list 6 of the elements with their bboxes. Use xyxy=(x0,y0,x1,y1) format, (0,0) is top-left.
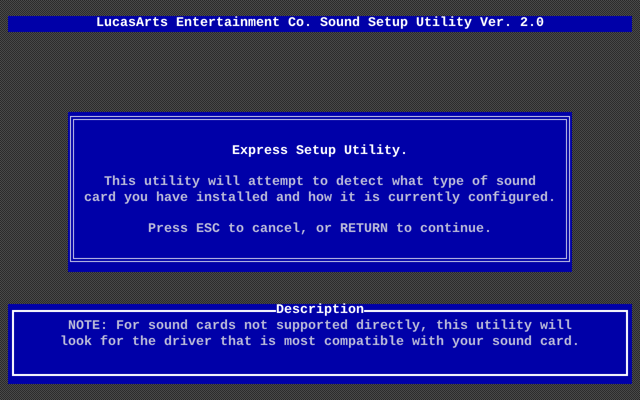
description-title: Description xyxy=(276,304,364,318)
title-bar: LucasArts Entertainment Co. Sound Setup Utility Ver. 2.0 xyxy=(8,16,632,32)
dialog-message: This utility will attempt to detect what type of sound card you have installed and how it is currently configured. xyxy=(83,175,557,207)
dialog-prompt: Press ESC to cancel, or RETURN to continue. xyxy=(147,222,493,238)
dialog-heading: Express Setup Utility. xyxy=(231,144,409,160)
description-text: NOTE: For sound cards not supported directly, this utility will look for the driver that is most compatible with your sound card. xyxy=(59,319,581,351)
